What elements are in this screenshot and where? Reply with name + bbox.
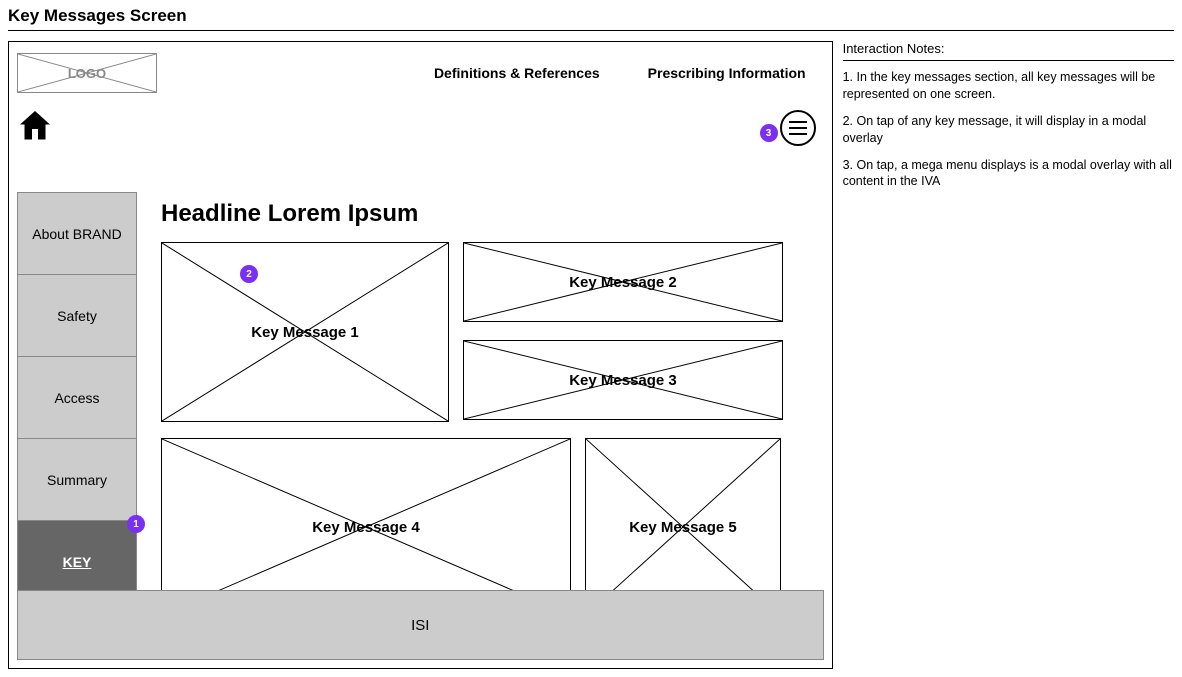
logo-label: LOGO xyxy=(68,66,106,81)
isi-footer[interactable]: ISI xyxy=(17,590,824,660)
top-links: Definitions & References Prescribing Inf… xyxy=(434,65,824,81)
tile-label: Key Message 4 xyxy=(312,519,420,536)
note-item: 2. On tap of any key message, it will di… xyxy=(843,113,1174,147)
sidebar-item-label: Summary xyxy=(47,472,107,488)
annotation-badge-1: 1 xyxy=(127,515,145,533)
sidebar-item-label: Safety xyxy=(57,308,97,324)
note-item: 1. In the key messages section, all key … xyxy=(843,69,1174,103)
sidebar-nav: About BRAND Safety Access Summary KEY 1 xyxy=(17,192,137,603)
page-title: Key Messages Screen xyxy=(8,6,1174,31)
logo-placeholder[interactable]: LOGO xyxy=(17,53,157,93)
annotation-badge-2: 2 xyxy=(240,265,258,283)
wireframe-frame: LOGO Definitions & References Prescribin… xyxy=(8,41,833,669)
tile-label: Key Message 5 xyxy=(629,519,737,536)
key-message-3-tile[interactable]: Key Message 3 xyxy=(463,340,783,420)
sidebar-item-label: Access xyxy=(54,390,99,406)
sidebar-item-access[interactable]: Access xyxy=(17,357,137,439)
hamburger-menu-icon[interactable] xyxy=(780,110,816,146)
sidebar-item-summary[interactable]: Summary xyxy=(17,439,137,521)
prescribing-link[interactable]: Prescribing Information xyxy=(648,65,806,81)
sidebar-item-label: KEY xyxy=(63,554,92,570)
tile-label: Key Message 1 xyxy=(251,324,359,341)
annotation-badge-3: 3 xyxy=(760,124,778,142)
key-message-1-tile[interactable]: Key Message 1 2 xyxy=(161,242,449,422)
sidebar-item-safety[interactable]: Safety xyxy=(17,275,137,357)
sidebar-item-label: About BRAND xyxy=(32,226,121,242)
tile-label: Key Message 3 xyxy=(569,372,677,389)
isi-label: ISI xyxy=(411,617,429,634)
definitions-link[interactable]: Definitions & References xyxy=(434,65,600,81)
main-content: Headline Lorem Ipsum Key Message 1 2 Key… xyxy=(161,200,811,616)
header-row: LOGO Definitions & References Prescribin… xyxy=(17,50,824,96)
key-message-2-tile[interactable]: Key Message 2 xyxy=(463,242,783,322)
tile-label: Key Message 2 xyxy=(569,274,677,291)
notes-heading: Interaction Notes: xyxy=(843,41,1174,61)
sidebar-item-about[interactable]: About BRAND xyxy=(17,193,137,275)
headline: Headline Lorem Ipsum xyxy=(161,200,811,228)
interaction-notes-panel: Interaction Notes: 1. In the key message… xyxy=(843,41,1174,669)
home-icon[interactable] xyxy=(17,108,53,144)
subheader: 3 xyxy=(17,108,824,156)
note-item: 3. On tap, a mega menu displays is a mod… xyxy=(843,157,1174,191)
